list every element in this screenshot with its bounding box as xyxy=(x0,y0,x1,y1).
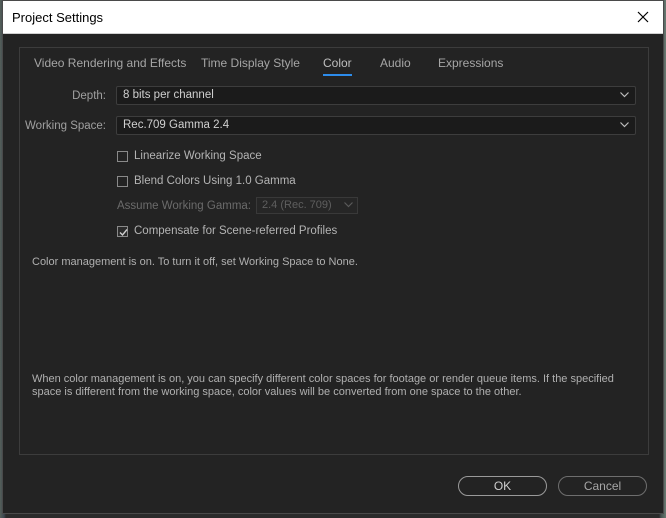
depth-label: Depth: xyxy=(72,90,106,102)
title-bar: Project Settings xyxy=(3,1,663,34)
chevron-down-icon xyxy=(344,202,353,208)
window-title: Project Settings xyxy=(12,10,104,25)
tab-audio[interactable]: Audio xyxy=(380,56,411,70)
working-gamma-label: Assume Working Gamma: xyxy=(117,200,251,212)
tab-color[interactable]: Color xyxy=(323,56,352,76)
working-space-value: Rec.709 Gamma 2.4 xyxy=(123,119,230,131)
ok-button[interactable]: OK xyxy=(458,476,547,496)
working-space-select[interactable]: Rec.709 Gamma 2.4 xyxy=(116,116,636,135)
chevron-down-icon xyxy=(620,92,629,98)
working-gamma-select: 2.4 (Rec. 709) xyxy=(256,197,358,214)
blend-colors-checkbox[interactable] xyxy=(117,175,128,187)
compensate-label: Compensate for Scene-referred Profiles xyxy=(134,225,338,237)
settings-panel: Video Rendering and Effects Time Display… xyxy=(19,47,649,455)
linearize-label: Linearize Working Space xyxy=(134,150,262,162)
depth-select[interactable]: 8 bits per channel xyxy=(116,86,636,105)
compensate-checkbox-row[interactable]: Compensate for Scene-referred Profiles xyxy=(117,225,337,237)
chevron-down-icon xyxy=(620,122,629,128)
project-settings-dialog: Project Settings Video Rendering and Eff… xyxy=(2,0,664,514)
working-space-label: Working Space: xyxy=(25,120,106,132)
close-button[interactable] xyxy=(623,1,663,33)
checkmark-icon xyxy=(119,228,128,236)
linearize-checkbox-row[interactable]: Linearize Working Space xyxy=(117,150,262,162)
tab-expressions[interactable]: Expressions xyxy=(438,56,503,70)
blend-colors-checkbox-row[interactable]: Blend Colors Using 1.0 Gamma xyxy=(117,175,296,187)
tab-video-rendering[interactable]: Video Rendering and Effects xyxy=(34,56,186,70)
working-gamma-value: 2.4 (Rec. 709) xyxy=(262,199,332,211)
tab-time-display[interactable]: Time Display Style xyxy=(201,56,300,70)
depth-value: 8 bits per channel xyxy=(123,89,214,101)
linearize-checkbox[interactable] xyxy=(117,150,128,162)
color-management-status: Color management is on. To turn it off, … xyxy=(32,256,358,268)
cancel-button[interactable]: Cancel xyxy=(558,476,647,496)
close-icon xyxy=(637,11,649,23)
blend-colors-label: Blend Colors Using 1.0 Gamma xyxy=(134,175,296,187)
color-management-info: When color management is on, you can spe… xyxy=(32,373,614,398)
compensate-checkbox[interactable] xyxy=(117,225,128,237)
